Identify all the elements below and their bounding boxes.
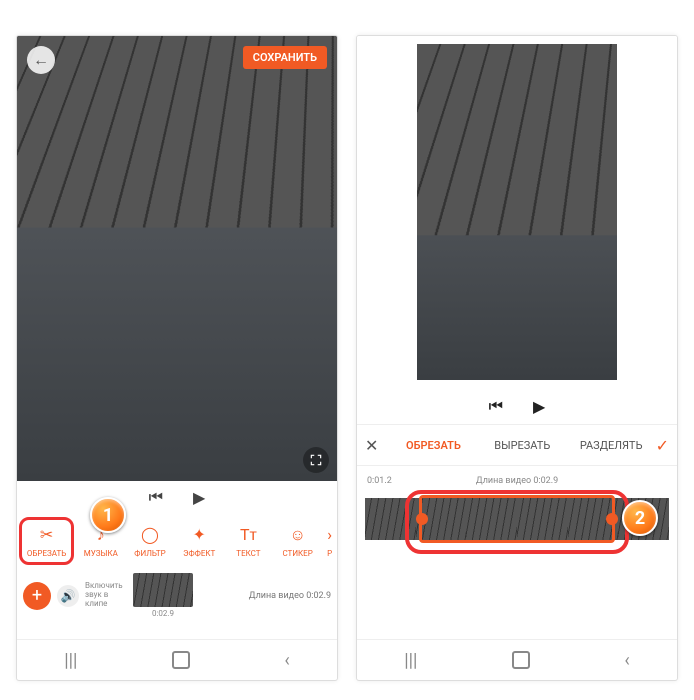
tool-label: СТИКЕР <box>282 549 312 558</box>
fullscreen-button[interactable] <box>303 447 329 473</box>
prev-button[interactable]: ⏮ <box>489 396 503 416</box>
video-preview[interactable] <box>17 36 337 481</box>
tool-label: ЭФФЕКТ <box>183 549 215 558</box>
tab-split[interactable]: РАЗДЕЛЯТЬ <box>567 439 656 452</box>
tool-crop[interactable]: ✂ ОБРЕЗАТЬ <box>19 517 74 565</box>
trim-handle-left[interactable] <box>416 513 428 525</box>
tool-more[interactable]: › Р <box>322 524 337 558</box>
trim-handle-right[interactable] <box>606 513 618 525</box>
player-controls: ⏮ ▶ <box>357 388 677 424</box>
nav-home-button[interactable] <box>172 651 190 669</box>
tool-filter[interactable]: ◯ ФИЛЬТР <box>125 524 174 558</box>
timeline-start-time: 0:01.2 <box>367 476 392 486</box>
close-button[interactable]: ✕ <box>365 436 389 455</box>
crop-preview-area: ⏮ ▶ <box>357 36 677 424</box>
sound-toggle-label: Включить звук в клипе <box>85 582 127 608</box>
video-length-label: Длина видео 0:02.9 <box>249 591 331 601</box>
timeline-length-label: Длина видео 0:02.9 <box>476 476 558 486</box>
tool-label: ОБРЕЗАТЬ <box>27 549 66 558</box>
fullscreen-icon <box>309 453 323 467</box>
add-clip-button[interactable]: + <box>23 582 51 610</box>
nav-recent-button[interactable]: ||| <box>64 650 77 671</box>
system-nav-bar: ||| ‹ <box>357 639 677 680</box>
tool-effect[interactable]: ✦ ЭФФЕКТ <box>175 524 224 558</box>
editor-crop-screen: ⏮ ▶ ✕ ОБРЕЗАТЬ ВЫРЕЗАТЬ РАЗДЕЛЯТЬ ✓ 0:01… <box>356 35 678 681</box>
callout-badge-2: 2 <box>622 500 658 536</box>
prev-button[interactable]: ⏮ <box>149 487 163 507</box>
tab-crop[interactable]: ОБРЕЗАТЬ <box>389 439 478 452</box>
trim-selection[interactable] <box>419 495 615 543</box>
tool-label: Р <box>327 549 332 558</box>
scissors-icon: ✂ <box>40 524 53 546</box>
system-nav-bar: ||| ‹ <box>17 639 337 680</box>
editor-main-screen: ← СОХРАНИТЬ ⏮ ▶ ✂ ОБРЕЗАТЬ ♪ МУЗЫКА ◯ ФИ… <box>16 35 338 681</box>
confirm-button[interactable]: ✓ <box>656 436 669 455</box>
back-button[interactable]: ← <box>27 46 55 74</box>
chevron-right-icon: › <box>327 524 332 546</box>
text-icon: Tᴛ <box>240 524 257 546</box>
tool-sticker[interactable]: ☺ СТИКЕР <box>273 524 322 558</box>
clip-time: 0:02.9 <box>152 609 174 618</box>
nav-home-button[interactable] <box>512 651 530 669</box>
filter-icon: ◯ <box>141 524 159 546</box>
sticker-icon: ☺ <box>289 524 305 546</box>
nav-back-button[interactable]: ‹ <box>284 650 289 671</box>
nav-recent-button[interactable]: ||| <box>404 650 417 671</box>
play-button[interactable]: ▶ <box>193 488 205 507</box>
clip-strip: + 🔊 Включить звук в клипе 0:02.9 Длина в… <box>17 568 337 623</box>
tool-label: ТЕКСТ <box>236 549 260 558</box>
effect-icon: ✦ <box>193 524 206 546</box>
clip-thumbnail[interactable] <box>133 573 193 607</box>
play-button[interactable]: ▶ <box>533 397 545 416</box>
tool-bar: ✂ ОБРЕЗАТЬ ♪ МУЗЫКА ◯ ФИЛЬТР ✦ ЭФФЕКТ Tᴛ… <box>17 513 337 568</box>
save-button[interactable]: СОХРАНИТЬ <box>243 46 327 69</box>
video-preview[interactable] <box>417 44 617 380</box>
player-controls: ⏮ ▶ <box>17 481 337 513</box>
callout-badge-1: 1 <box>90 497 126 533</box>
crop-tab-bar: ✕ ОБРЕЗАТЬ ВЫРЕЗАТЬ РАЗДЕЛЯТЬ ✓ <box>357 424 677 466</box>
tool-text[interactable]: Tᴛ ТЕКСТ <box>224 524 273 558</box>
back-arrow-icon: ← <box>33 50 49 70</box>
tool-label: МУЗЫКА <box>84 549 118 558</box>
video-preview-area: ← СОХРАНИТЬ <box>17 36 337 481</box>
tool-label: ФИЛЬТР <box>134 549 165 558</box>
nav-back-button[interactable]: ‹ <box>624 650 629 671</box>
tab-cut[interactable]: ВЫРЕЗАТЬ <box>478 439 567 452</box>
sound-toggle-button[interactable]: 🔊 <box>57 585 79 607</box>
